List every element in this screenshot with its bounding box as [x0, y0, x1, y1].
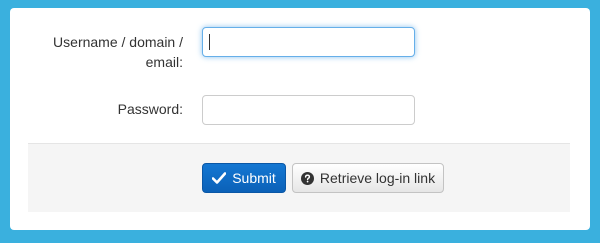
username-label: Username / domain / email: [53, 34, 183, 70]
password-label: Password: [117, 101, 183, 117]
username-input[interactable] [202, 27, 415, 57]
form-actions: Submit Retrieve log-in link [28, 143, 570, 212]
check-icon [212, 172, 227, 184]
text-caret [209, 34, 210, 50]
retrieve-label: Retrieve log-in link [319, 170, 436, 186]
retrieve-login-link-button[interactable]: Retrieve log-in link [292, 163, 444, 193]
password-input[interactable] [202, 95, 415, 125]
question-circle-icon [300, 171, 314, 185]
login-panel: Username / domain / email: Password: Sub… [10, 8, 590, 230]
submit-button[interactable]: Submit [202, 163, 286, 193]
submit-label: Submit [232, 170, 276, 186]
